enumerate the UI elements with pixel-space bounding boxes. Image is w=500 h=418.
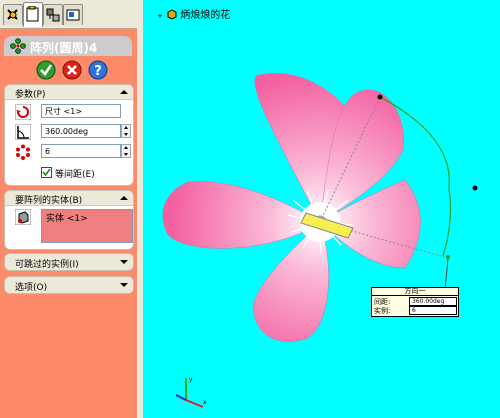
rotation-axis-icon[interactable]: [15, 104, 31, 120]
triad-icon: y x: [175, 376, 207, 408]
svg-text:y: y: [189, 376, 193, 383]
solid-body-icon: [15, 209, 31, 225]
configuration-manager-icon: [46, 8, 60, 22]
skip-instances-header[interactable]: 可跳过的实例(I): [5, 254, 133, 270]
cancel-button[interactable]: [62, 60, 82, 80]
skip-instances-group[interactable]: 可跳过的实例(I): [4, 253, 134, 271]
cancel-icon: [62, 60, 82, 80]
flower-model[interactable]: y x: [143, 0, 500, 418]
display-manager-icon: [66, 9, 80, 21]
spacing-value[interactable]: 360.00deg: [409, 297, 457, 306]
parameters-title: 参数(P): [15, 90, 46, 100]
instance-count-input[interactable]: 6: [41, 144, 121, 158]
svg-text:?: ?: [94, 64, 102, 79]
ok-button[interactable]: [36, 60, 56, 80]
help-button[interactable]: ?: [88, 60, 108, 80]
graphics-viewport[interactable]: + 炳烺烺的花 y x: [140, 0, 500, 418]
bodies-group-header[interactable]: 要阵列的实体(B): [5, 191, 133, 206]
petal: [162, 181, 321, 249]
expand-icon[interactable]: [120, 283, 128, 287]
circular-pattern-icon: [10, 38, 26, 54]
help-icon: ?: [88, 60, 108, 80]
equal-spacing-label: 等间距(E): [55, 170, 95, 180]
feature-title: 阵列(圆周)4: [30, 41, 98, 55]
bodies-title: 要阵列的实体(B): [15, 196, 83, 206]
angle-spinner[interactable]: [121, 124, 131, 138]
instance-count-value: 6: [45, 147, 51, 156]
svg-text:x: x: [203, 399, 207, 406]
checkmark-icon: [42, 168, 51, 177]
property-manager-icon: [26, 6, 39, 22]
options-group[interactable]: 选项(O): [4, 276, 134, 294]
instances-value[interactable]: 6: [409, 306, 457, 315]
equal-spacing-checkbox[interactable]: [41, 167, 52, 178]
expand-icon[interactable]: [120, 260, 128, 264]
collapse-icon[interactable]: [120, 196, 128, 200]
axis-value: 尺寸 <1>: [45, 107, 83, 116]
callout-title: 方向一: [372, 288, 458, 296]
ok-icon: [36, 60, 56, 80]
axis-field[interactable]: 尺寸 <1>: [41, 104, 121, 118]
angle-value: 360.00deg: [45, 127, 89, 136]
parameters-group-header[interactable]: 参数(P): [5, 85, 133, 100]
collapse-icon[interactable]: [120, 90, 128, 94]
feature-title-bar: 阵列(圆周)4: [4, 36, 132, 56]
skip-instances-title: 可跳过的实例(I): [15, 260, 79, 270]
bodies-group: 要阵列的实体(B) 实体 <1>: [4, 190, 134, 250]
bodies-list-item[interactable]: 实体 <1>: [46, 211, 88, 224]
parameters-group: 参数(P) 尺寸 <1> 360.00deg 6 等间距(E): [4, 84, 134, 186]
property-manager-tab[interactable]: [23, 2, 43, 27]
options-title: 选项(O): [15, 283, 48, 293]
feature-manager-tab[interactable]: [3, 4, 23, 25]
instance-count-spinner[interactable]: [121, 144, 131, 158]
feature-manager-icon: [7, 9, 18, 20]
angle-input[interactable]: 360.00deg: [41, 124, 121, 138]
configuration-manager-tab[interactable]: [43, 4, 63, 25]
dimension-callout: 方向一 间距: 360.00deg 实例: 6: [371, 287, 459, 317]
options-header[interactable]: 选项(O): [5, 277, 133, 293]
property-manager-panel: 阵列(圆周)4 ? 参数(P) 尺寸 <1> 360.00deg 6 等间距(E…: [0, 0, 137, 418]
angle-icon: [15, 124, 31, 140]
panel-tab-bar: [0, 0, 137, 29]
bodies-list[interactable]: 实体 <1>: [41, 209, 133, 243]
display-manager-tab[interactable]: [63, 4, 83, 25]
instance-count-icon: [16, 144, 30, 160]
instances-label: 实例:: [374, 307, 391, 315]
